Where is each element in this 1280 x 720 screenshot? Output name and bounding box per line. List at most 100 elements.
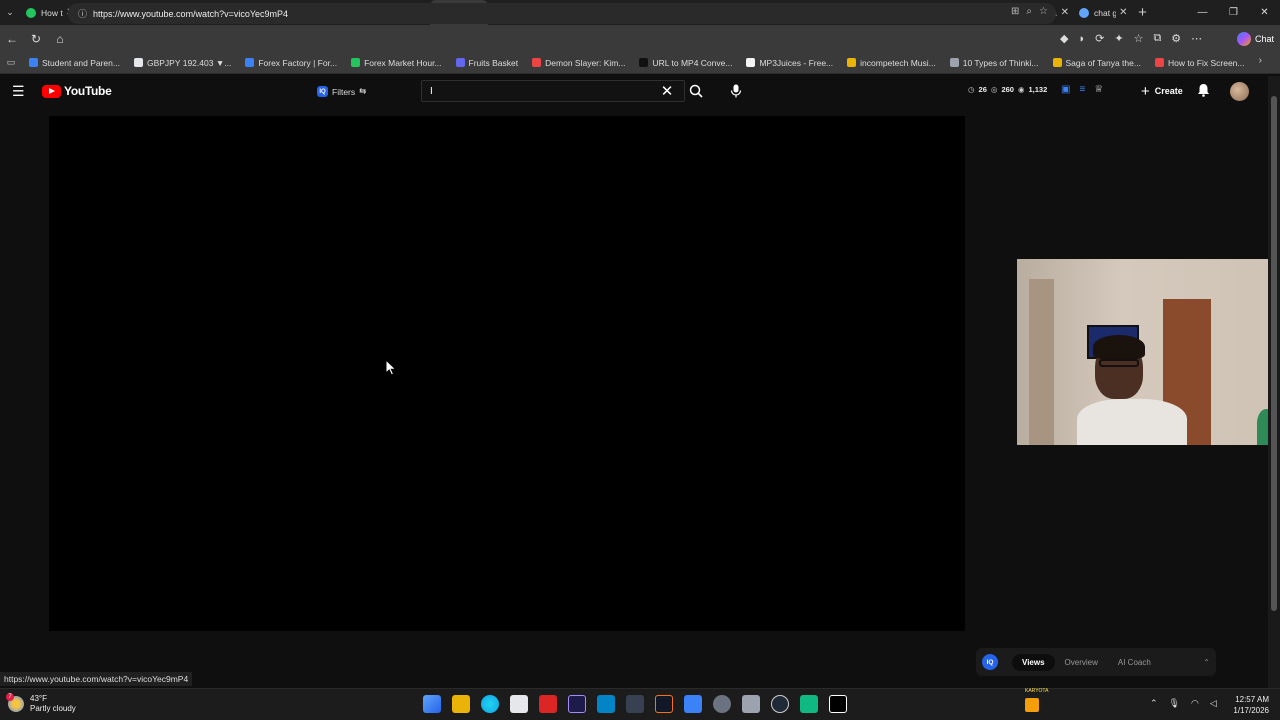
bookmark-item[interactable]: URL to MP4 Conve... — [632, 58, 739, 68]
app-f-icon[interactable] — [655, 695, 673, 713]
extension-sync-icon[interactable]: ⟳ — [1095, 32, 1104, 45]
more-menu-icon[interactable]: ⋯ — [1191, 32, 1202, 45]
trophy-icon[interactable]: ♕ — [1094, 84, 1103, 95]
collapse-icon[interactable]: ⌃ — [1203, 658, 1210, 667]
bookmark-item[interactable]: GBPJPY 192.403 ▼... — [127, 58, 238, 68]
webcam-curtain — [1029, 279, 1054, 445]
app-blue-icon[interactable] — [597, 695, 615, 713]
edge-browser-icon[interactable] — [481, 695, 499, 713]
vidiq-tab-views[interactable]: Views — [1012, 653, 1055, 671]
page-scrollbar[interactable] — [1268, 76, 1280, 688]
browser-tab[interactable]: chat g ✕ — [1073, 0, 1132, 25]
app-disc-icon[interactable] — [713, 695, 731, 713]
profile-settings-icon[interactable]: ⚙ — [1171, 32, 1181, 45]
minimize-icon[interactable]: — — [1187, 0, 1218, 25]
game-tray-icon[interactable] — [1025, 698, 1039, 712]
store-icon[interactable] — [510, 695, 528, 713]
bookmark-favicon-icon — [245, 58, 255, 67]
new-tab-button[interactable]: + — [1132, 0, 1154, 25]
volume-icon[interactable]: ◁ — [1210, 698, 1217, 709]
bookmark-label: Forex Factory | For... — [258, 57, 338, 68]
bookmark-item[interactable]: How to Fix Screen... — [1148, 58, 1252, 68]
clear-search-icon[interactable]: ✕ — [658, 81, 676, 101]
youtube-play-logo-icon — [42, 84, 61, 98]
bookmark-item[interactable]: Forex Factory | For... — [238, 58, 344, 68]
favorites-icon[interactable]: ☆ — [1134, 32, 1144, 45]
weather-widget[interactable]: 7 43°F Partly cloudy — [6, 693, 76, 714]
app-tool-icon[interactable] — [626, 695, 644, 713]
vidiq-logo-icon[interactable]: IQ — [982, 654, 998, 670]
file-explorer-icon[interactable] — [452, 695, 470, 713]
collections-icon[interactable]: ⧉ — [1153, 32, 1161, 45]
bookmark-item[interactable]: 10 Types of Thinki... — [943, 58, 1046, 68]
voice-search-button[interactable] — [726, 81, 746, 101]
bookmark-favicon-icon — [532, 58, 542, 67]
create-button[interactable]: + Create — [1133, 81, 1191, 101]
header-extension-icons: ▣ ≡ ♕ — [1061, 84, 1103, 95]
bookmark-favicon-icon — [1154, 58, 1164, 67]
tab-close-icon[interactable]: ✕ — [1061, 7, 1069, 18]
close-window-icon[interactable]: ✕ — [1249, 0, 1280, 25]
bookmark-item[interactable]: Forex Market Hour... — [344, 58, 448, 68]
filters-button[interactable]: IQ Filters ⇆ — [311, 82, 372, 101]
weather-desc: Partly cloudy — [30, 704, 76, 713]
address-bar[interactable]: ⓘ https://www.youtube.com/watch?v=vicoYe… — [68, 3, 1056, 24]
wifi-icon[interactable]: ◠ — [1191, 698, 1199, 709]
account-avatar[interactable] — [1230, 82, 1249, 101]
bookmark-item[interactable]: incompetech Musi... — [840, 58, 943, 68]
bookmark-favicon-icon — [949, 58, 959, 67]
app-circle-icon[interactable] — [771, 695, 789, 713]
zoom-icon[interactable]: ⌕ — [1026, 6, 1032, 17]
premiere-pro-icon[interactable] — [568, 695, 586, 713]
tab-actions-chevron-icon[interactable]: ⌄ — [0, 0, 20, 25]
webcam-person-body — [1077, 399, 1187, 445]
windows-taskbar: 7 43°F Partly cloudy KARYOTA ⌃ 🎙︎ ◠ ◁ 12… — [0, 688, 1280, 720]
guide-menu-icon[interactable]: ☰ — [12, 84, 28, 98]
scrollbar-thumb[interactable] — [1271, 96, 1277, 611]
show-hidden-icon[interactable]: ⌃ — [1150, 698, 1158, 709]
bookmark-label: Demon Slayer: Kim... — [545, 57, 626, 68]
copilot-chat-button[interactable]: Chat — [1236, 30, 1274, 47]
video-player[interactable] — [49, 116, 965, 631]
bookmark-label: Forex Market Hour... — [364, 57, 442, 68]
microphone-tray-icon[interactable]: 🎙︎ — [1169, 698, 1180, 709]
screen: ⌄ How t✕Kickle✕How t✕Kickle✕Kick V✕cann✕… — [0, 0, 1280, 720]
favorite-star-icon[interactable]: ☆ — [1039, 6, 1048, 17]
list-icon[interactable]: ≡ — [1079, 84, 1085, 95]
search-input[interactable]: I — [421, 80, 685, 102]
notifications-button[interactable] — [1197, 83, 1210, 102]
bookmarks-overflow-icon[interactable]: › — [1259, 55, 1262, 66]
extensions-puzzle-icon[interactable]: ✦ — [1114, 32, 1123, 45]
start-icon[interactable] — [423, 695, 441, 713]
extension-chat-icon[interactable]: ◗ — [1078, 33, 1085, 45]
antivirus-icon[interactable] — [539, 695, 557, 713]
home-icon[interactable]: ⌂ — [48, 25, 72, 52]
bookmark-item[interactable]: Student and Paren... — [22, 58, 127, 68]
app-window-icon[interactable] — [684, 695, 702, 713]
vidiq-tab-ai-coach[interactable]: AI Coach — [1108, 654, 1161, 671]
bookmark-favicon-icon — [29, 58, 38, 67]
app-settings-icon[interactable] — [742, 695, 760, 713]
bookmark-item[interactable]: MP3Juices - Free... — [739, 58, 840, 68]
bookmark-label: How to Fix Screen... — [1167, 57, 1245, 68]
app-green-icon[interactable] — [800, 695, 818, 713]
app-available-icon[interactable]: ⊞ — [1011, 6, 1019, 17]
tab-close-icon[interactable]: ✕ — [1119, 7, 1127, 18]
extension-diamond-icon[interactable]: ◆ — [1060, 32, 1068, 45]
refresh-icon[interactable]: ↻ — [24, 25, 48, 52]
search-button[interactable] — [684, 80, 708, 102]
vidiq-tab-overview[interactable]: Overview — [1055, 654, 1108, 671]
restore-icon[interactable]: ❐ — [1218, 0, 1249, 25]
youtube-logo[interactable]: YouTube — [42, 84, 112, 98]
back-icon[interactable]: ← — [0, 25, 24, 52]
capcut-icon[interactable] — [829, 695, 847, 713]
bookmark-item[interactable]: Saga of Tanya the... — [1046, 58, 1148, 68]
vidiq-icon[interactable]: ▣ — [1061, 84, 1070, 95]
site-info-icon[interactable]: ⓘ — [78, 7, 87, 20]
bookmark-item[interactable]: Demon Slayer: Kim... — [525, 58, 632, 68]
system-clock[interactable]: 12:57 AM 1/17/2026 — [1225, 694, 1269, 716]
clock-time: 12:57 AM — [1235, 695, 1269, 704]
bookmark-item[interactable]: Fruits Basket — [449, 58, 526, 68]
taskbar-apps — [423, 695, 847, 713]
vertical-tabs-icon[interactable]: ▭ — [0, 57, 22, 68]
